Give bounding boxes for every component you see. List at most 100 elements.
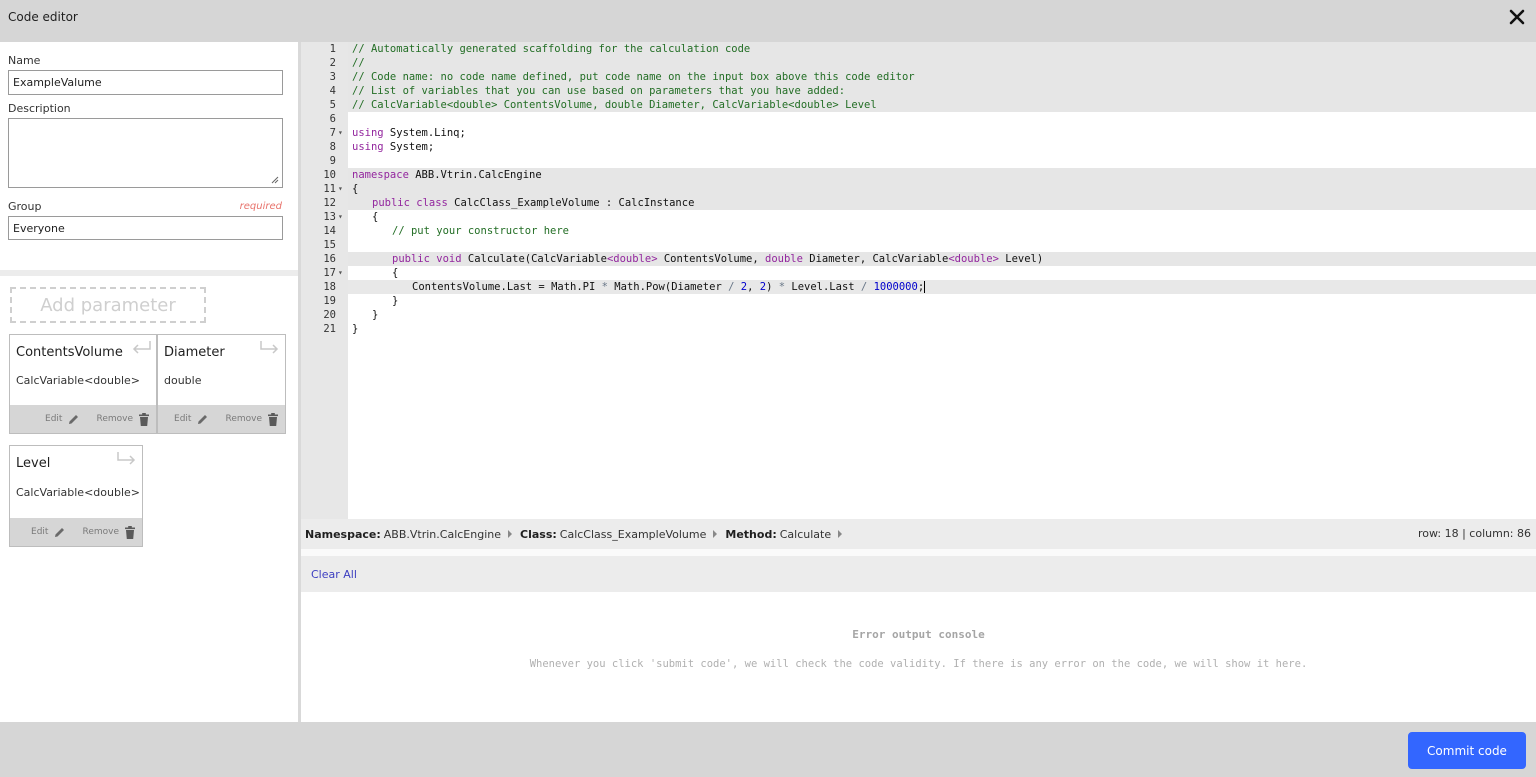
class-value: CalcClass_ExampleVolume [559, 527, 707, 541]
parameter-name: ContentsVolume [16, 345, 123, 360]
edit-parameter-button[interactable]: Edit [174, 413, 209, 426]
code-token: // CalcVariable<double> ContentsVolume, … [352, 99, 877, 111]
code-token: Level.Last [785, 281, 861, 293]
code-token: // List of variables that you can use ba… [352, 85, 846, 97]
separator [301, 549, 1536, 556]
console-description: Whenever you click 'submit code', we wil… [529, 658, 1308, 670]
fold-toggle-icon[interactable]: ▾ [338, 126, 343, 140]
method-value: Calculate [779, 527, 832, 541]
code-line[interactable]: 11 ▾ { [301, 182, 1536, 196]
window-header: Code editor [0, 0, 1536, 42]
cursor-position: row: 18 | column: 86 [1418, 527, 1531, 540]
namespace-label: Namespace: [305, 527, 381, 541]
edit-label: Edit [31, 527, 49, 537]
edit-parameter-button[interactable]: Edit [31, 526, 66, 539]
code-token: System; [383, 141, 435, 153]
parameter-card-footer: Edit Remove [158, 405, 285, 433]
code-token: System.Linq; [383, 127, 466, 139]
code-token: , [747, 281, 760, 293]
code-token: ABB.Vtrin.CalcEngine [408, 169, 542, 181]
edit-parameter-button[interactable]: Edit [45, 413, 80, 426]
add-parameter-button[interactable]: Add parameter [10, 287, 206, 323]
description-textarea[interactable] [8, 118, 283, 188]
code-line[interactable]: 21} [301, 322, 1536, 336]
pencil-icon [55, 527, 65, 537]
parameter-card-level: Level CalcVariable<double> Edit Remove [9, 445, 143, 547]
parameter-type: double [164, 374, 202, 387]
edit-label: Edit [45, 414, 63, 424]
code-line[interactable]: 14 // put your constructor here [301, 224, 1536, 238]
line-number: 17 [323, 267, 336, 279]
code-line[interactable]: 17 ▾ { [301, 266, 1536, 280]
remove-parameter-button[interactable]: Remove [82, 525, 136, 539]
code-line[interactable]: 9 [301, 154, 1536, 168]
commit-code-button[interactable]: Commit code [1408, 732, 1526, 769]
parameter-name: Level [16, 456, 51, 471]
parameter-card-footer: Edit Remove [10, 405, 156, 433]
code-line[interactable]: 12 public class CalcClass_ExampleVolume :… [301, 196, 1536, 210]
remove-label: Remove [96, 414, 133, 424]
parameter-card-diameter: Diameter double Edit Remove [157, 334, 286, 434]
code-token: using [352, 141, 384, 153]
line-number: 8 [329, 141, 336, 153]
code-line[interactable]: 1 // Automatically generated scaffolding … [301, 42, 1536, 56]
code-token: } [392, 295, 399, 307]
line-number: 1 [329, 43, 336, 55]
fold-toggle-icon[interactable]: ▾ [338, 266, 343, 280]
code-line[interactable]: 20} [301, 308, 1536, 322]
code-token: double [765, 253, 803, 265]
code-token: // put your constructor here [392, 225, 570, 237]
method-label: Method: [725, 527, 777, 541]
code-line[interactable]: 16 public void Calculate(CalcVariable<dou… [301, 252, 1536, 266]
parameter-type: CalcVariable<double> [16, 374, 140, 387]
line-number: 16 [323, 253, 336, 265]
breadcrumb-namespace[interactable]: Namespace: ABB.Vtrin.CalcEngine [305, 527, 513, 541]
code-token: Level) [998, 253, 1044, 265]
code-line[interactable]: 19} [301, 294, 1536, 308]
code-line[interactable]: 7 ▾ using System.Linq; [301, 126, 1536, 140]
line-number: 2 [329, 57, 336, 69]
parameter-name: Diameter [164, 345, 225, 360]
code-token: Calculate(CalcVariable [461, 253, 607, 265]
code-line[interactable]: 2 // [301, 56, 1536, 70]
close-icon[interactable] [1506, 6, 1528, 28]
code-line[interactable]: 4 // List of variables that you can use b… [301, 84, 1536, 98]
line-number: 4 [329, 85, 336, 97]
code-token: // Code name: no code name defined, put … [352, 71, 915, 83]
text-caret [924, 281, 926, 293]
clear-all-link[interactable]: Clear All [311, 568, 357, 581]
code-line[interactable]: 6 [301, 112, 1536, 126]
code-token: using [352, 127, 384, 139]
resize-grip-icon[interactable] [271, 176, 279, 184]
group-input[interactable]: Everyone [8, 216, 283, 240]
fold-toggle-icon[interactable]: ▾ [338, 182, 343, 196]
code-line[interactable]: 10 namespace ABB.Vtrin.CalcEngine [301, 168, 1536, 182]
remove-parameter-button[interactable]: Remove [96, 412, 150, 426]
breadcrumb-class[interactable]: Class: CalcClass_ExampleVolume [520, 527, 718, 541]
name-input[interactable]: ExampleValume [8, 70, 283, 95]
parameter-type: CalcVariable<double> [16, 486, 140, 499]
breadcrumb-method[interactable]: Method: Calculate [725, 527, 843, 541]
parameter-card-footer: Edit Remove [10, 518, 142, 546]
code-line[interactable]: 18 ContentsVolume.Last = Math.PI * Math.P… [301, 280, 1536, 294]
namespace-value: ABB.Vtrin.CalcEngine [383, 527, 502, 541]
code-line[interactable]: 5 // CalcVariable<double> ContentsVolume,… [301, 98, 1536, 112]
fold-toggle-icon[interactable]: ▾ [338, 210, 343, 224]
code-token: { [392, 267, 399, 279]
line-number: 11 [323, 183, 336, 195]
edit-label: Edit [174, 414, 192, 424]
code-token: ContentsVolume, [657, 253, 765, 265]
code-line[interactable]: 8 using System; [301, 140, 1536, 154]
remove-parameter-button[interactable]: Remove [225, 412, 279, 426]
code-text: public class CalcClass_ExampleVolume : C… [372, 196, 694, 210]
code-editor[interactable]: 1 // Automatically generated scaffolding … [301, 42, 1536, 519]
pencil-icon [198, 414, 208, 424]
chevron-right-icon [713, 530, 718, 538]
code-line[interactable]: 3 // Code name: no code name defined, put… [301, 70, 1536, 84]
code-line[interactable]: 13 ▾ { [301, 210, 1536, 224]
group-label: Group [8, 200, 42, 213]
name-label: Name [8, 54, 41, 67]
code-text: // put your constructor here [392, 224, 569, 238]
remove-label: Remove [225, 414, 262, 424]
code-line[interactable]: 15 [301, 238, 1536, 252]
